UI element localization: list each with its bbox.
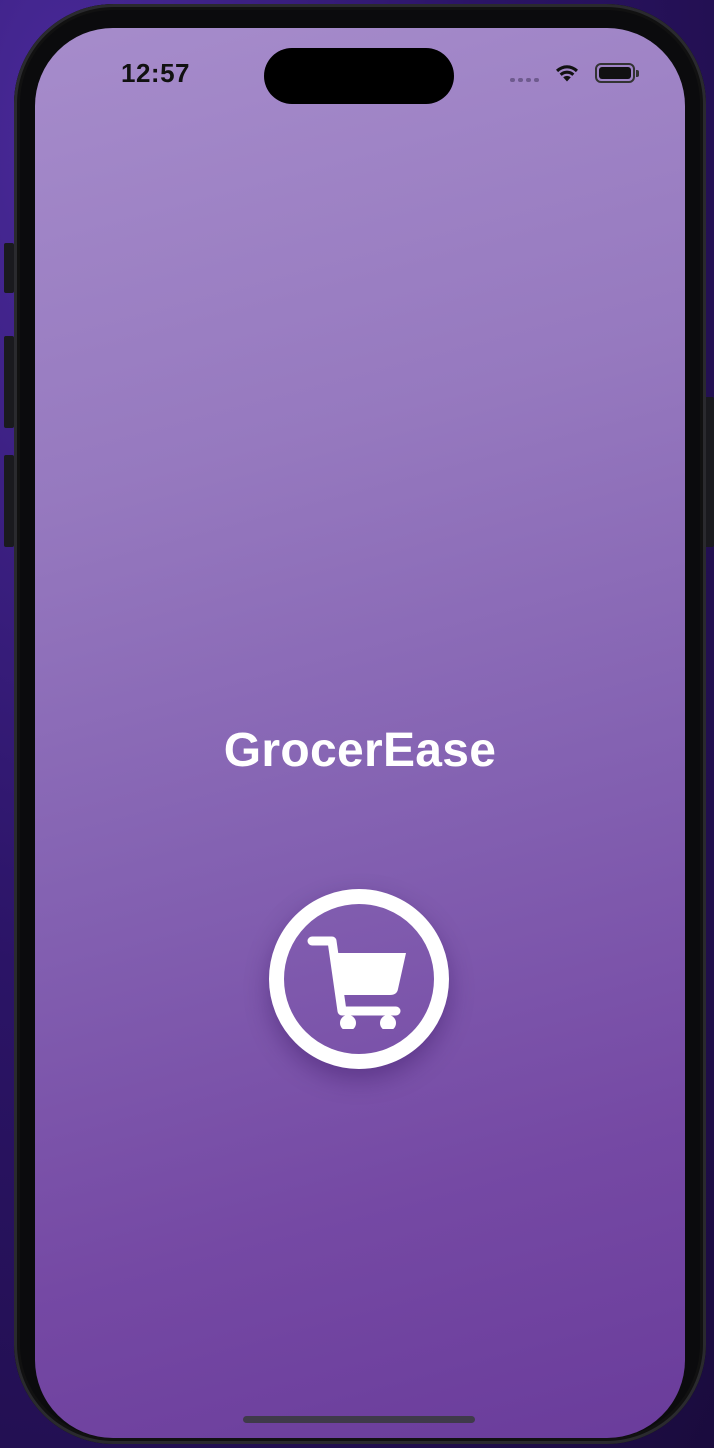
volume-down-button [4,455,14,547]
shopping-cart-icon [307,936,406,1029]
cellular-signal-icon [510,62,539,84]
volume-up-button [4,336,14,428]
app-logo [269,889,449,1069]
dynamic-island [264,48,454,104]
status-bar: 12:57 [35,28,685,118]
status-time: 12:57 [121,58,190,88]
action-button [4,243,14,293]
status-icons [510,62,639,84]
app-title: GrocerEase [223,724,497,777]
phone-frame: 12:57 GrocerEase [14,4,706,1444]
wifi-icon [556,65,578,82]
home-indicator[interactable] [243,1416,475,1423]
splash-screen: 12:57 GrocerEase [35,28,685,1438]
battery-icon [595,63,639,83]
